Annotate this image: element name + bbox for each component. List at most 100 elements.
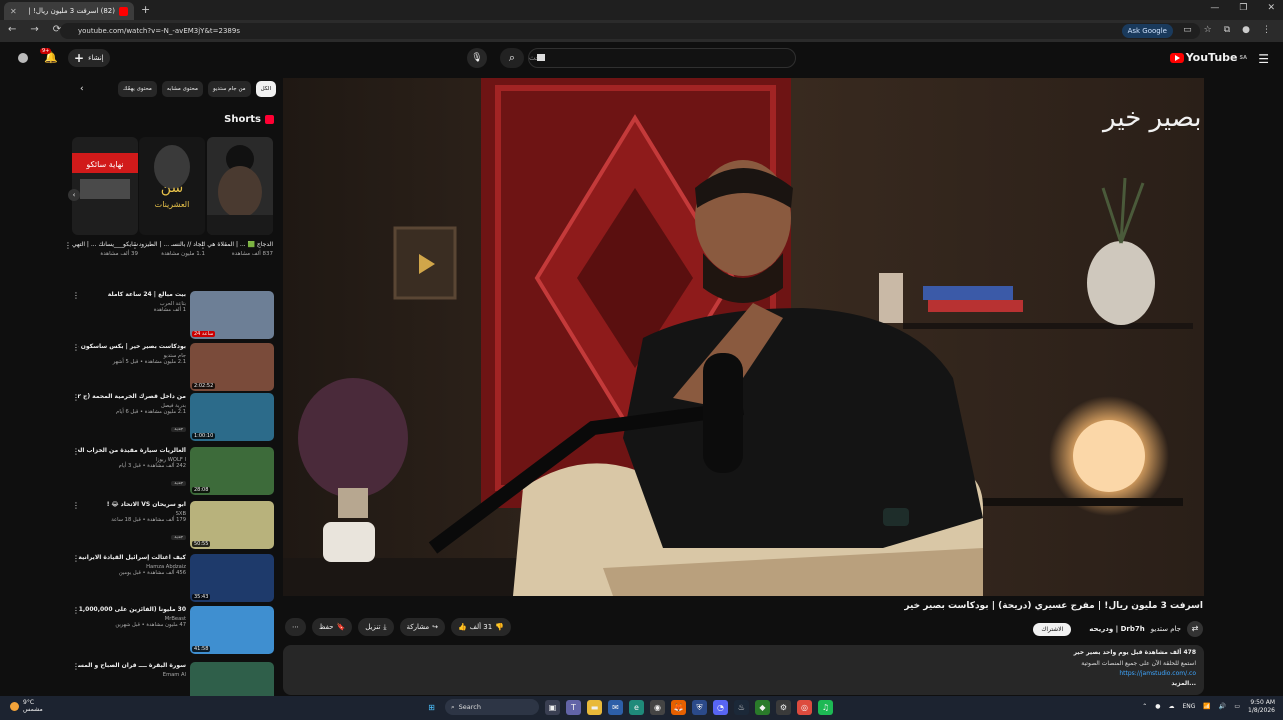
task-view-icon[interactable]: ▣ <box>545 699 560 715</box>
list-item[interactable]: 50:55 ابو سريحان VS الاتحاد 😂 ! SXB 179 أل… <box>72 501 274 551</box>
youtube-favicon-icon <box>119 6 128 16</box>
save-button[interactable]: 🔖 حفظ <box>312 618 353 636</box>
ask-google-button[interactable]: Ask Google <box>1121 24 1173 38</box>
maximize-icon[interactable]: ❐ <box>1239 3 1247 13</box>
notification-count-badge: 9+ <box>40 48 52 54</box>
edge-icon[interactable]: e <box>629 699 644 715</box>
browser-tab[interactable]: (82) اسرفت 3 مليون ريال! | ✕ <box>4 2 134 20</box>
forward-icon[interactable]: → <box>30 24 38 35</box>
extensions-icon[interactable]: ⧉ <box>1224 25 1230 35</box>
like-dislike-button[interactable]: 👎 31 ألف 👍 <box>451 618 511 636</box>
new-badge: جديد <box>171 427 186 433</box>
list-item[interactable]: 41:58 30 مليوناً (الفائزين على 1,000,000… <box>72 606 274 656</box>
subscribe-button[interactable]: الاشتراك <box>1033 622 1072 636</box>
system-tray: ⌃ ● ☁ ENG 📶 🔊 ▭ 9:50 AM 1/8/2026 <box>1142 699 1275 715</box>
guide-menu-icon[interactable]: ☰ <box>1258 52 1269 66</box>
download-button[interactable]: ⤓ تنزيل <box>358 618 394 636</box>
new-badge: جديد <box>171 535 186 541</box>
list-item[interactable]: 35:43 كيف اغتالت إسرائيل القيادة الايران… <box>72 554 274 604</box>
file-explorer-icon[interactable]: ▬ <box>587 699 602 715</box>
shield-icon[interactable]: ⛨ <box>692 699 707 715</box>
channel-extra[interactable]: جام ستديو <box>1151 625 1181 633</box>
chip-similar[interactable]: محتوى مشابه <box>161 81 203 97</box>
tray-overflow-icon[interactable]: ⌃ <box>1142 703 1147 710</box>
new-tab-button[interactable]: + <box>141 3 150 16</box>
url-field[interactable]: youtube.com/watch?v=-N_-avEM3jY&t=2389s <box>60 23 1200 39</box>
close-window-icon[interactable]: ✕ <box>1267 3 1275 13</box>
more-options-icon[interactable]: ⋮ <box>72 291 80 300</box>
search-button[interactable]: ⌕ <box>500 48 524 68</box>
browser-menu-icon[interactable]: ⋮ <box>1262 25 1271 35</box>
list-item[interactable]: 28:08 ألعالريات سيارة مقيدة من الخزاب ال… <box>72 447 274 497</box>
list-item[interactable]: 1:00:10 من داخل قصرك الخرمية المحمة (ج ٢… <box>72 393 274 443</box>
cloud-icon[interactable]: ☁ <box>1168 703 1174 710</box>
voice-search-icon[interactable]: 🎙 <box>467 48 487 68</box>
description-link[interactable]: https://jamstudio.com/.co <box>1119 670 1196 677</box>
minimize-icon[interactable]: — <box>1210 3 1219 13</box>
short-item[interactable]: نهاية سائكو سايكو___يسانك ... | التهي 39… <box>64 137 138 257</box>
new-badge: جديد <box>171 481 186 487</box>
share-button[interactable]: ↪ مشاركة <box>399 618 445 636</box>
clock[interactable]: 9:50 AM 1/8/2026 <box>1248 699 1275 715</box>
bookmark-star-icon[interactable]: ☆ <box>1204 25 1212 35</box>
chip-from-channel[interactable]: من جام ستديو <box>207 81 251 97</box>
close-tab-icon[interactable]: ✕ <box>10 7 17 16</box>
windows-start-icon[interactable]: ⊞ <box>424 700 439 715</box>
volume-icon[interactable]: 🔊 <box>1219 703 1226 710</box>
weather-widget[interactable]: 9°C مشمس <box>10 699 43 713</box>
create-button[interactable]: + إنشاء <box>68 49 110 67</box>
more-options-icon[interactable]: ⋮ <box>72 343 80 352</box>
channel-avatar[interactable]: ⇄ <box>1187 621 1203 637</box>
more-options-icon[interactable]: ⋮ <box>72 662 80 671</box>
channel-name[interactable]: Drb7h | ودريحه <box>1089 625 1144 633</box>
more-options-icon[interactable]: ⋮ <box>72 554 80 563</box>
video-thumbnail: 50:55 <box>190 501 274 549</box>
discord-icon[interactable]: ◔ <box>713 699 728 715</box>
search-input[interactable]: بحث <box>528 48 796 68</box>
list-item[interactable]: 2:02:52 بودكاست بصير خير | بكس ساسكون عل… <box>72 343 274 393</box>
chip-all[interactable]: الكل <box>255 81 276 97</box>
profile-icon[interactable]: ● <box>1242 25 1250 35</box>
wifi-icon[interactable]: 📶 <box>1203 703 1210 710</box>
taskbar-search[interactable]: ⌕ Search <box>445 699 539 715</box>
notifications-bell-icon[interactable]: 🔔 9+ <box>40 48 58 64</box>
app-icon[interactable]: ◆ <box>755 699 770 715</box>
more-options-icon[interactable]: ⋮ <box>72 393 80 402</box>
teams-icon[interactable]: T <box>566 699 581 715</box>
show-more-button[interactable]: ...المزيد <box>1171 680 1196 687</box>
firefox-icon[interactable]: 🦊 <box>671 699 686 715</box>
chrome-icon[interactable]: ◉ <box>650 699 665 715</box>
short-item[interactable]: الدجاج 🟩 ... | المقلاة هي الدافع 837 ألف… <box>199 137 273 257</box>
description-box[interactable]: 478 ألف مشاهدة قبل يوم واحد بصير خير است… <box>283 645 1204 695</box>
shorts-icon <box>265 115 274 124</box>
more-actions-button[interactable]: ⋯ <box>285 618 306 636</box>
mail-icon[interactable]: ✉ <box>608 699 623 715</box>
list-item[interactable]: سورة البقرة ــــ قرآن الصباح و المساء بص… <box>72 662 274 696</box>
more-options-icon[interactable]: ⋮ <box>64 241 72 250</box>
tray-app-icon[interactable]: ● <box>1155 703 1160 710</box>
tab-title: (82) اسرفت 3 مليون ريال! | <box>28 7 115 15</box>
video-player[interactable]: بصير خير <box>283 78 1204 596</box>
list-item[interactable]: 24 ساعة بيت مبالغ | 24 ساعة كاملة بتاعة ا… <box>72 291 274 341</box>
more-options-icon[interactable]: ⋮ <box>72 501 80 510</box>
back-icon[interactable]: ← <box>8 24 16 35</box>
settings-gear-icon[interactable]: ⚙ <box>776 699 791 715</box>
short-item[interactable]: سن العشرينات الجاد // بالنسـ ... | الطيزو… <box>131 137 205 257</box>
chrome-alt-icon[interactable]: ◎ <box>797 699 812 715</box>
shorts-prev-icon[interactable]: ‹ <box>68 189 80 201</box>
youtube-logo[interactable]: YouTube SA <box>1169 51 1247 64</box>
cast-icon[interactable]: ▭ <box>1183 25 1192 35</box>
more-options-icon[interactable]: ⋮ <box>72 606 80 615</box>
chip-for-you[interactable]: محتوى يهمّك <box>117 81 157 97</box>
battery-icon[interactable]: ▭ <box>1234 703 1240 710</box>
spotify-icon[interactable]: ♫ <box>818 699 833 715</box>
chevron-left-icon[interactable]: ‹ <box>80 84 84 94</box>
video-thumbnail: 24 ساعة <box>190 291 274 339</box>
address-bar-row: ← → ⟳ youtube.com/watch?v=-N_-avEM3jY&t=… <box>0 20 1283 42</box>
more-options-icon[interactable]: ⋮ <box>72 447 80 456</box>
video-thumbnail <box>190 662 274 696</box>
language-indicator[interactable]: ENG <box>1182 703 1195 710</box>
account-avatar[interactable] <box>18 53 28 63</box>
video-frame-image: بصير خير <box>283 78 1204 596</box>
steam-icon[interactable]: ♨ <box>734 699 749 715</box>
